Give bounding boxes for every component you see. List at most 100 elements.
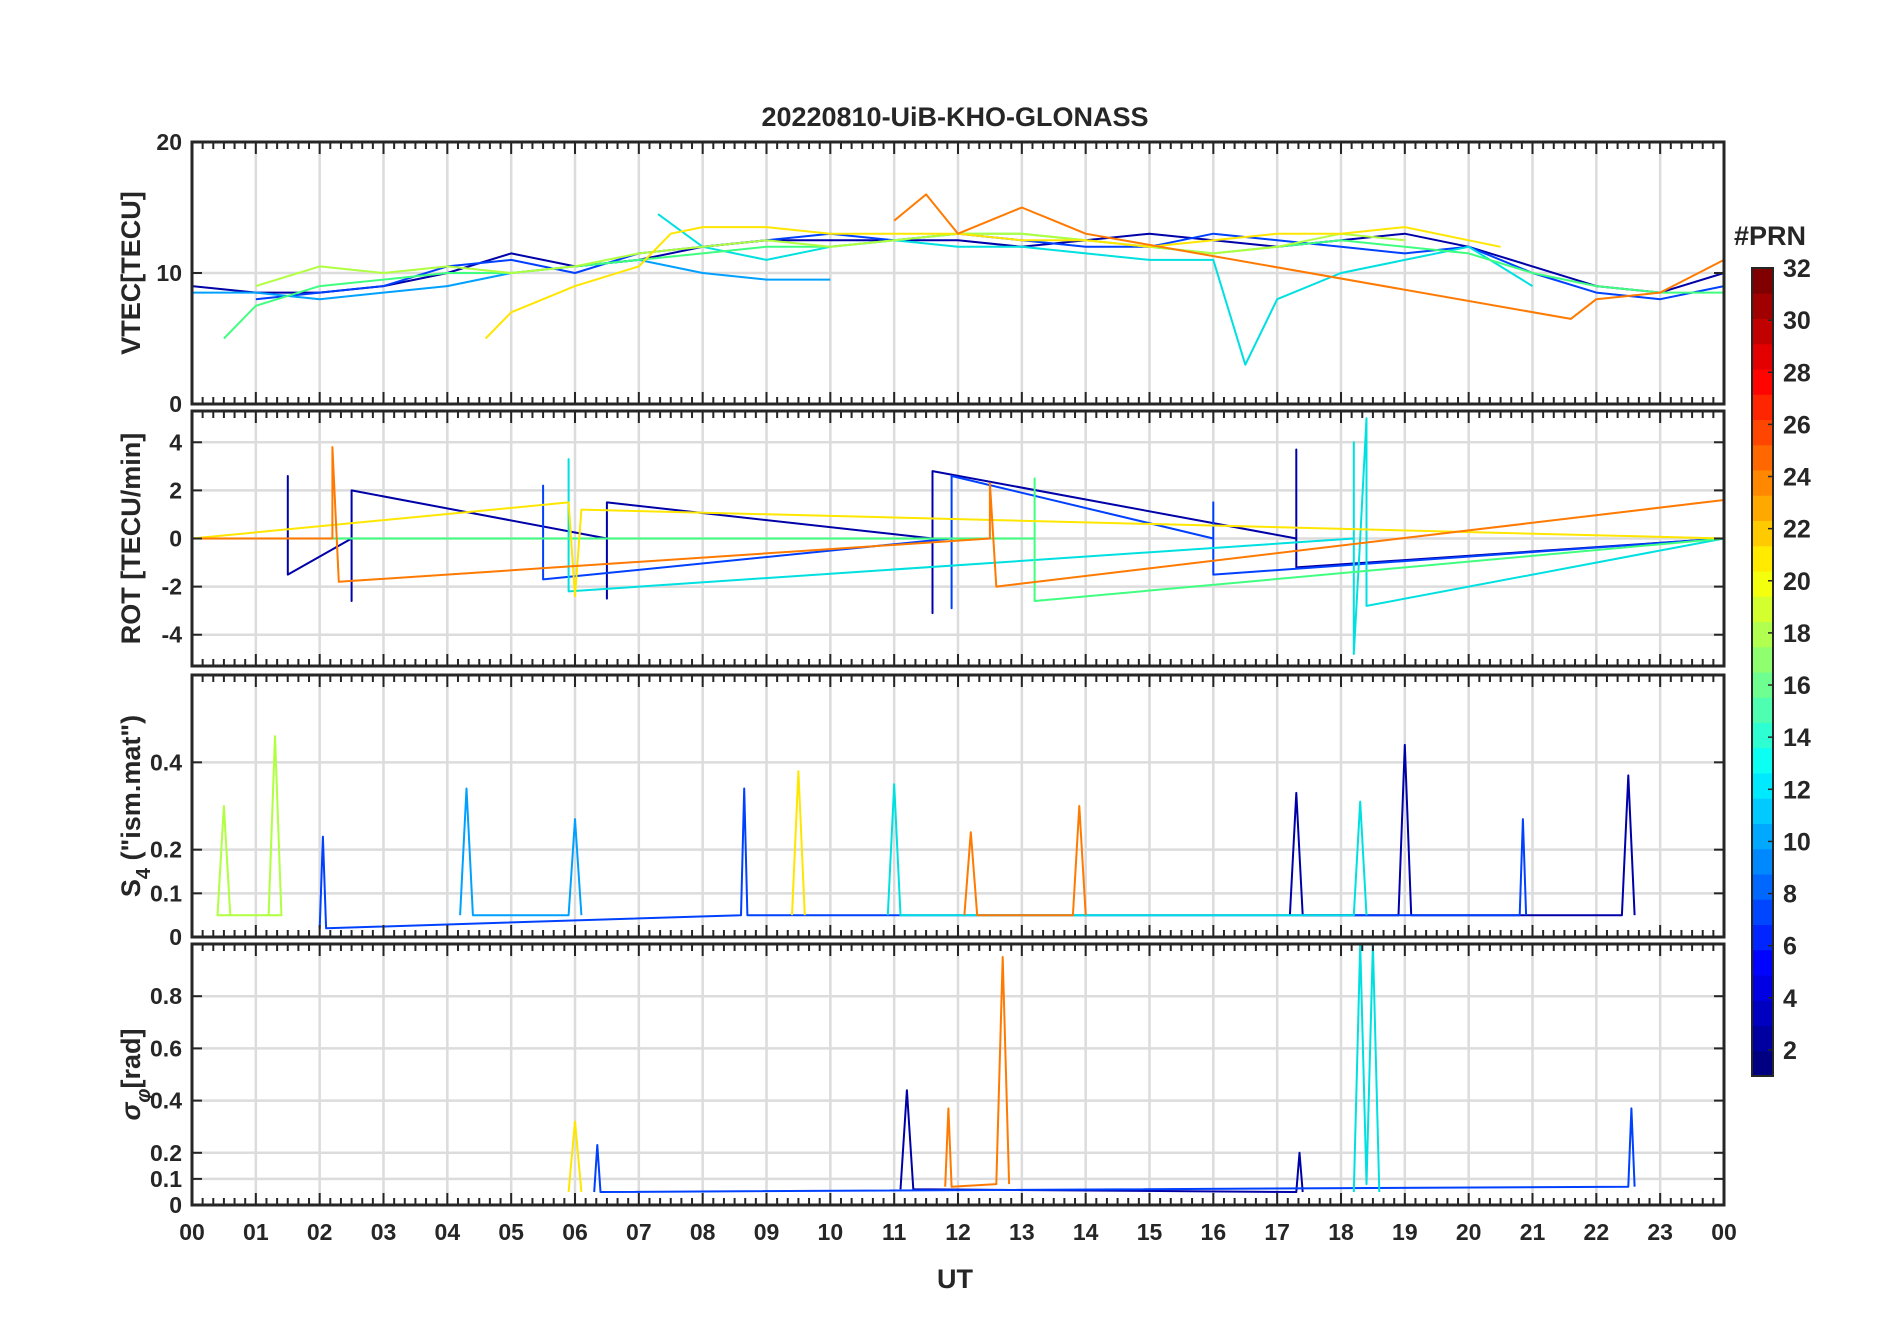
colorbar-swatch — [1752, 545, 1773, 572]
x-tick-label: 09 — [754, 1219, 780, 1245]
colorbar-tick-label: 6 — [1783, 933, 1797, 961]
colorbar-tick-label: 30 — [1783, 307, 1811, 335]
x-tick-label: 03 — [371, 1219, 397, 1245]
y-tick-label: 0.8 — [150, 983, 182, 1009]
colorbar-swatch — [1752, 1050, 1773, 1077]
colorbar-tick-label: 16 — [1783, 672, 1811, 700]
colorbar-swatch — [1752, 268, 1773, 294]
y-tick-label: 20 — [156, 129, 182, 155]
y-tick-label: 0.2 — [150, 837, 182, 863]
panel-s4: 0 0.1 0.2 0.4S4 ("ism.mat") — [116, 673, 1726, 950]
y-tick-label: -2 — [162, 574, 182, 600]
colorbar-swatch — [1752, 596, 1773, 622]
colorbar: 2468101214161820222426283032 — [1751, 255, 1811, 1077]
x-tick-label: 00 — [179, 1219, 205, 1245]
y-tick-label: 0 — [169, 391, 182, 417]
colorbar-tick-label: 18 — [1783, 620, 1811, 648]
y-axis-label-rest: ("ism.mat") — [116, 715, 146, 868]
colorbar-swatch — [1752, 293, 1773, 319]
panels: 01020VTEC[TECU]-4-2024ROT [TECU/min]00.1… — [116, 129, 1726, 1218]
y-tick-label: 0 — [169, 924, 182, 950]
colorbar-swatch — [1752, 394, 1773, 420]
y-axis-label-subscript: φ — [133, 1089, 155, 1103]
panel-rot: -4 -2 0 2 4 ROT [TECU/min] — [116, 409, 1726, 668]
series-line — [459, 787, 583, 917]
colorbar-tick-label: 26 — [1783, 411, 1811, 439]
x-tick-label: 21 — [1520, 1219, 1546, 1245]
colorbar-swatch — [1752, 343, 1773, 370]
y-tick-label: 0.1 — [150, 1166, 182, 1192]
colorbar-swatch — [1752, 773, 1773, 799]
y-tick-label: 0.4 — [150, 749, 182, 775]
colorbar-tick-label: 8 — [1783, 881, 1797, 909]
colorbar-tick-label: 14 — [1783, 724, 1811, 752]
y-axis-label-rest: [rad] — [116, 1029, 146, 1089]
y-axis-label: VTEC[TECU] — [116, 191, 146, 355]
x-tick-label: 05 — [498, 1219, 524, 1245]
colorbar-swatch — [1752, 646, 1773, 673]
x-tick-label: 07 — [626, 1219, 652, 1245]
x-tick-label: 12 — [945, 1219, 971, 1245]
colorbar-swatch — [1752, 848, 1773, 875]
colorbar-swatch — [1752, 722, 1773, 749]
colorbar-swatch — [1752, 975, 1773, 1001]
series-line — [318, 787, 1528, 930]
colorbar-swatch — [1752, 1025, 1773, 1052]
x-tick-label: 06 — [562, 1219, 588, 1245]
colorbar-swatch — [1752, 697, 1773, 723]
x-tick-label: 02 — [307, 1219, 333, 1245]
x-tick-label: 23 — [1647, 1219, 1673, 1245]
colorbar-swatch — [1752, 1000, 1773, 1026]
y-tick-label: 0.2 — [150, 1140, 182, 1166]
x-tick-label: 22 — [1584, 1219, 1610, 1245]
colorbar-swatch — [1752, 949, 1773, 976]
colorbar-tick-label: 12 — [1783, 776, 1811, 804]
colorbar-swatch — [1752, 823, 1773, 850]
figure: 20220810-UiB-KHO-GLONASS 01020VTEC[TECU]… — [116, 102, 1811, 1294]
panel-vtec: 0 10 20 VTEC[TECU] — [116, 129, 1726, 417]
x-tick-label: 00 — [1711, 1219, 1737, 1245]
x-tick-label: 11 — [882, 1219, 907, 1245]
y-axis-label: ROT [TECU/min] — [116, 433, 146, 644]
x-tick-label: 10 — [818, 1219, 844, 1245]
x-tick-label: 17 — [1264, 1219, 1290, 1245]
y-axis-label-main: S — [116, 879, 146, 897]
colorbar-tick-label: 2 — [1783, 1037, 1797, 1065]
colorbar-tick-label: 4 — [1783, 985, 1797, 1013]
colorbar-swatch — [1752, 318, 1773, 345]
x-axis-label: UT — [937, 1264, 973, 1294]
x-tick-label: 13 — [1009, 1219, 1035, 1245]
y-tick-label: -4 — [162, 622, 183, 648]
colorbar-tick-label: 28 — [1783, 359, 1811, 387]
y-tick-label: 0 — [169, 1192, 182, 1218]
colorbar-swatch — [1752, 747, 1773, 774]
x-tick-label: 14 — [1073, 1219, 1099, 1245]
colorbar-swatch — [1752, 899, 1773, 925]
colorbar-tick-label: 22 — [1783, 516, 1811, 544]
y-tick-label: 2 — [169, 477, 182, 503]
panel-sigma_phi: 00.10.20.40.60.8σφ[rad] — [116, 942, 1726, 1218]
y-tick-label: 0.6 — [150, 1035, 182, 1061]
y-tick-label: 0.1 — [150, 880, 182, 906]
colorbar-swatch — [1752, 571, 1773, 597]
colorbar-swatch — [1752, 495, 1773, 521]
x-tick-label: 04 — [435, 1219, 461, 1245]
y-tick-label: 0 — [169, 526, 182, 552]
x-tick-label: 08 — [690, 1219, 716, 1245]
series-line — [963, 805, 1087, 917]
x-axis: 00 01 02 03 04 05 06 07 08 09 10 11 12 13 14 15 16 17 18 19… — [179, 1219, 1737, 1245]
colorbar-swatch — [1752, 874, 1773, 900]
x-tick-label: 16 — [1201, 1219, 1227, 1245]
x-tick-label: 01 — [243, 1219, 269, 1245]
series-line — [1352, 943, 1381, 1193]
series-line — [899, 1089, 1304, 1193]
figure-title: 20220810-UiB-KHO-GLONASS — [761, 102, 1148, 132]
colorbar-swatch — [1752, 520, 1773, 547]
y-axis-label: S4 ("ism.mat") — [116, 715, 155, 897]
colorbar-tick-label: 20 — [1783, 568, 1811, 596]
colorbar-swatch — [1752, 621, 1773, 648]
colorbar-tick-label: 32 — [1783, 255, 1811, 283]
colorbar-tick-label: 24 — [1783, 464, 1811, 492]
x-tick-label: 19 — [1392, 1219, 1418, 1245]
colorbar-title: #PRN — [1734, 221, 1806, 251]
